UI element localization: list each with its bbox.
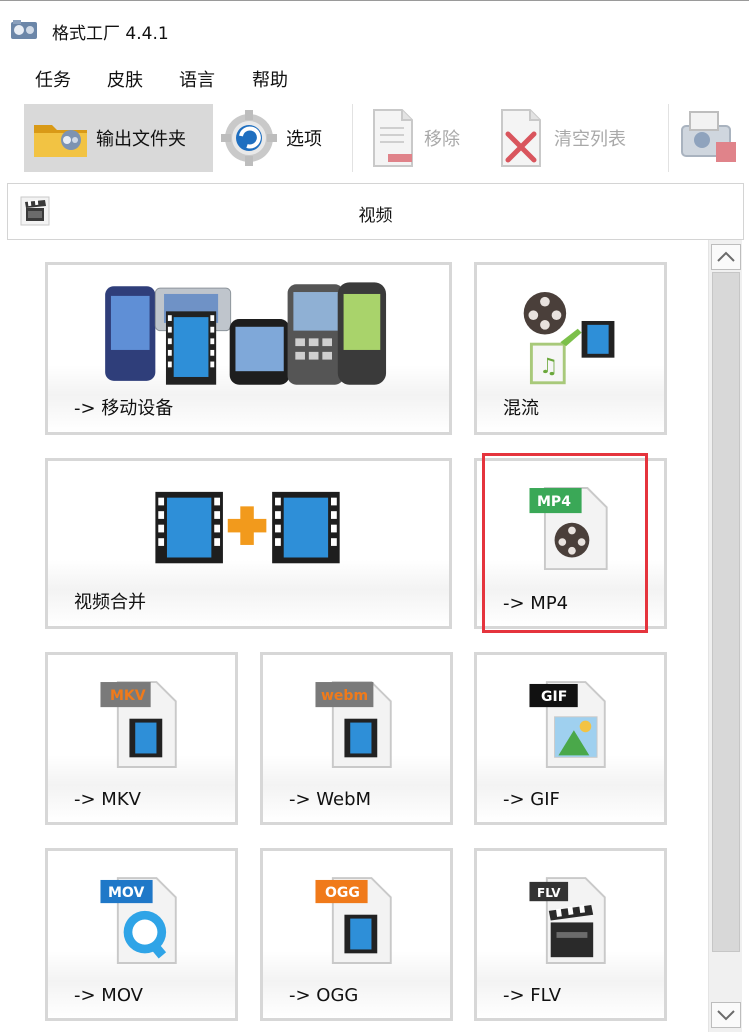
menu-task[interactable]: 任务 — [31, 64, 75, 94]
tile-label: -> GIF — [503, 789, 560, 810]
menu-bar: 任务 皮肤 语言 帮助 — [0, 56, 749, 98]
tile-flv[interactable]: FLV -> FLV — [474, 848, 667, 1021]
vertical-scrollbar[interactable] — [708, 240, 742, 1032]
tile-mux[interactable]: ♫ 混流 — [474, 262, 667, 435]
tile-mov[interactable]: MOV -> MOV — [45, 848, 238, 1021]
menu-skin[interactable]: 皮肤 — [103, 64, 147, 94]
output-folder-label: 输出文件夹 — [96, 129, 186, 150]
svg-text:♫: ♫ — [539, 354, 558, 379]
options-button[interactable]: 选项 — [218, 104, 344, 172]
tile-label: -> MOV — [74, 985, 143, 1006]
mkv-badge: MKV — [110, 688, 146, 704]
tile-label: 混流 — [503, 398, 539, 419]
app-icon — [11, 20, 37, 39]
tile-label: 视频合并 — [74, 592, 146, 613]
document-icon — [373, 109, 413, 167]
tile-gif[interactable]: GIF -> GIF — [474, 652, 667, 825]
mov-badge: MOV — [108, 885, 145, 901]
menu-language[interactable]: 语言 — [175, 64, 219, 94]
title-bar: 格式工厂 4.4.1 — [0, 0, 749, 56]
remove-label: 移除 — [424, 129, 460, 150]
toolbar-separator — [352, 104, 353, 172]
clear-list-label: 清空列表 — [554, 129, 626, 150]
tile-ogg[interactable]: OGG -> OGG — [260, 848, 453, 1021]
mp4-badge: MP4 — [537, 494, 571, 510]
tile-mkv[interactable]: MKV -> MKV — [45, 652, 238, 825]
shredder-icon — [681, 111, 736, 162]
tile-mp4[interactable]: MP4 -> MP4 — [474, 458, 667, 629]
tile-label: -> MKV — [74, 789, 141, 810]
menu-help[interactable]: 帮助 — [248, 64, 292, 94]
remove-button[interactable]: 移除 — [368, 104, 488, 172]
tile-label: -> WebM — [289, 789, 372, 810]
shredder-button[interactable] — [676, 104, 746, 172]
category-title: 视频 — [358, 206, 393, 226]
tile-video-join[interactable]: 视频合并 — [45, 458, 452, 629]
tile-label: -> MP4 — [503, 593, 569, 614]
folder-icon — [34, 125, 87, 157]
ogg-badge: OGG — [325, 885, 360, 901]
tile-mobile-device[interactable]: -> 移动设备 — [45, 262, 452, 435]
window-title: 格式工厂 4.4.1 — [52, 24, 169, 44]
options-label: 选项 — [286, 129, 322, 150]
output-folder-button[interactable]: 输出文件夹 — [24, 104, 213, 172]
chevron-up-icon — [717, 251, 735, 262]
scroll-thumb[interactable] — [712, 272, 740, 952]
scroll-up-button[interactable] — [711, 244, 741, 270]
tile-label: -> FLV — [503, 985, 562, 1006]
tile-label: -> 移动设备 — [74, 398, 174, 419]
toolbar-separator — [668, 104, 669, 172]
webm-badge: webm — [321, 688, 369, 704]
tool-grid: -> 移动设备 ♫ 混流 视频合并 MP4 -> MP4 MKV -> MKV … — [7, 240, 744, 1032]
category-header[interactable]: 视频 — [7, 183, 744, 240]
clear-list-button[interactable]: 清空列表 — [496, 104, 656, 172]
flv-badge: FLV — [537, 886, 561, 900]
tile-label: -> OGG — [289, 985, 359, 1006]
tile-webm[interactable]: webm -> WebM — [260, 652, 453, 825]
gif-badge: GIF — [541, 689, 568, 705]
toolbar: 输出文件夹 选项 移除 清空列表 — [0, 98, 749, 178]
scroll-down-button[interactable] — [711, 1002, 741, 1028]
document-x-icon — [501, 109, 541, 167]
chevron-down-icon — [717, 1010, 735, 1021]
gear-icon — [221, 110, 277, 166]
